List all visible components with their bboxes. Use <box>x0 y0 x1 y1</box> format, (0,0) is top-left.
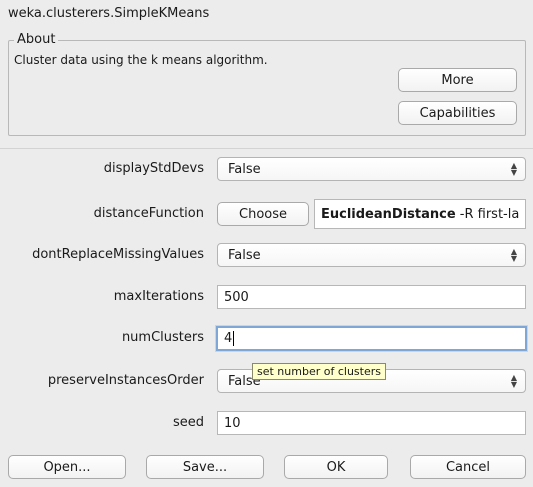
label-preserveInstancesOrder: preserveInstancesOrder <box>47 373 204 388</box>
label-maxIterations: maxIterations <box>113 289 204 304</box>
label-dontReplaceMissingValues: dontReplaceMissingValues <box>32 247 204 262</box>
divider <box>0 148 533 149</box>
numClusters-input[interactable]: 4 <box>216 326 527 351</box>
about-description: Cluster data using the k means algorithm… <box>14 53 268 67</box>
maxIterations-input[interactable]: 500 <box>217 285 526 309</box>
select-dontReplaceMissingValues-value: False <box>228 247 261 263</box>
tooltip: set number of clusters <box>252 363 386 380</box>
label-distanceFunction: distanceFunction <box>93 206 204 221</box>
up-down-arrows-icon: ▲ ▼ <box>510 247 517 263</box>
more-button[interactable]: More <box>398 68 517 92</box>
label-displayStdDevs: displayStdDevs <box>103 161 204 176</box>
numClusters-value: 4 <box>224 331 233 346</box>
window-title: weka.clusterers.SimpleKMeans <box>8 6 210 21</box>
seed-input[interactable]: 10 <box>217 411 526 435</box>
label-numClusters: numClusters <box>121 330 204 345</box>
about-legend: About <box>14 32 59 47</box>
up-down-arrows-icon: ▲ ▼ <box>510 161 517 177</box>
choose-distance-button[interactable]: Choose <box>217 202 309 226</box>
distance-function-value[interactable]: EuclideanDistance -R first-la <box>314 199 526 229</box>
text-caret <box>233 331 235 346</box>
label-seed: seed <box>172 415 204 430</box>
save-button[interactable]: Save... <box>146 455 264 479</box>
cancel-button[interactable]: Cancel <box>410 455 526 479</box>
up-down-arrows-icon: ▲ ▼ <box>510 373 517 389</box>
open-button[interactable]: Open... <box>8 455 126 479</box>
select-displayStdDevs-value: False <box>228 161 261 177</box>
distance-function-args: -R first-la <box>459 206 520 222</box>
ok-button[interactable]: OK <box>284 455 388 479</box>
select-displayStdDevs[interactable]: False ▲ ▼ <box>217 157 526 181</box>
distance-function-name: EuclideanDistance <box>321 206 456 222</box>
select-dontReplaceMissingValues[interactable]: False ▲ ▼ <box>217 243 526 267</box>
capabilities-button[interactable]: Capabilities <box>398 101 517 125</box>
